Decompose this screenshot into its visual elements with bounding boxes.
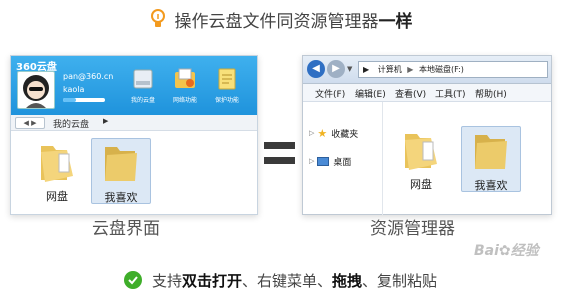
folder-icon bbox=[41, 146, 73, 182]
explorer-window: ◀ ▶ ▼ ▶ 计算机 ▶ 本地磁盘(F:) 文件(F) 编辑(E) 查看(V)… bbox=[302, 55, 552, 215]
avatar[interactable] bbox=[17, 71, 55, 109]
headline-emphasis: 一样 bbox=[378, 11, 413, 32]
back-button[interactable]: ◀ bbox=[307, 60, 325, 78]
folder-label: 我喜欢 bbox=[104, 191, 138, 204]
footer-prefix: 支持 bbox=[151, 271, 182, 290]
footer-mid: 、右键菜单、 bbox=[241, 271, 332, 290]
toolbar-label: 我的云盘 bbox=[130, 97, 155, 104]
toolbar-protect-button[interactable]: 保护功能 bbox=[209, 66, 245, 112]
chevron-right-icon: ▶ bbox=[363, 65, 370, 74]
sidebar-item-favorites[interactable]: ▷ ★ 收藏夹 bbox=[309, 126, 358, 140]
address-segment[interactable]: 本地磁盘(F:) bbox=[419, 65, 464, 74]
address-segment[interactable]: 计算机 bbox=[378, 65, 402, 74]
check-icon bbox=[123, 271, 142, 289]
expand-icon[interactable]: ▷ bbox=[309, 129, 314, 137]
toolbar-my-cloud-button[interactable]: 我的云盘 bbox=[125, 66, 161, 112]
address-input[interactable]: ▶ 计算机 ▶ 本地磁盘(F:) bbox=[358, 61, 548, 78]
checkmark-glyph bbox=[128, 276, 138, 285]
desktop-icon bbox=[317, 156, 330, 166]
cloud-caption: 云盘界面 bbox=[92, 219, 160, 239]
watermark: Bai✿经验 bbox=[474, 243, 539, 259]
menu-edit[interactable]: 编辑(E) bbox=[355, 87, 386, 100]
menu-help[interactable]: 帮助(H) bbox=[475, 87, 507, 100]
sidebar-item-label: 收藏夹 bbox=[331, 129, 359, 140]
equals-bar bbox=[264, 157, 295, 164]
footer-bold-2: 拖拽 bbox=[332, 271, 363, 290]
network-folder-icon bbox=[175, 68, 195, 88]
breadcrumb-item[interactable]: 我的云盘 bbox=[53, 117, 89, 130]
footer-note: 支持 双击打开 、右键菜单、 拖拽 、复制粘贴 bbox=[0, 268, 561, 292]
cloud-header: 360云盘 pan@360.cn kaola 我的云盘 网络功能 保护功能 bbox=[11, 56, 257, 115]
toolbar-network-button[interactable]: 网络功能 bbox=[167, 66, 203, 112]
menu-view[interactable]: 查看(V) bbox=[395, 87, 426, 100]
forward-button[interactable]: ▶ bbox=[327, 60, 345, 78]
toolbar-label: 网络功能 bbox=[172, 97, 197, 104]
headline-text: 操作云盘文件同资源管理器 bbox=[174, 11, 379, 32]
folder-item[interactable]: 网盘 bbox=[391, 126, 451, 192]
toolbar-label: 保护功能 bbox=[214, 97, 239, 104]
cloud-user-email: pan@360.cn bbox=[63, 72, 114, 81]
menu-file[interactable]: 文件(F) bbox=[315, 87, 345, 100]
notepad-icon bbox=[218, 68, 236, 90]
explorer-caption: 资源管理器 bbox=[370, 219, 455, 239]
chevron-right-icon: ▶ bbox=[103, 117, 109, 125]
folder-label: 网盘 bbox=[410, 178, 432, 191]
star-icon: ★ bbox=[317, 126, 328, 140]
footer-bold-1: 双击打开 bbox=[181, 271, 242, 290]
folder-icon bbox=[475, 135, 507, 169]
folder-item-selected[interactable]: 我喜欢 bbox=[91, 138, 151, 204]
folder-label: 网盘 bbox=[46, 190, 68, 203]
menu-tools[interactable]: 工具(T) bbox=[435, 87, 466, 100]
folder-item[interactable]: 网盘 bbox=[27, 138, 87, 204]
footer-suffix: 、复制粘贴 bbox=[362, 271, 438, 290]
folder-label: 我喜欢 bbox=[474, 179, 508, 192]
chevron-down-icon[interactable]: ▼ bbox=[347, 65, 352, 73]
back-forward-buttons[interactable]: ◀ ▶ bbox=[15, 117, 45, 129]
chevron-right-icon: ▶ bbox=[407, 65, 414, 74]
sidebar-item-desktop[interactable]: ▷ 桌面 bbox=[309, 154, 351, 168]
expand-icon[interactable]: ▷ bbox=[309, 157, 314, 165]
breadcrumb: ◀ ▶ 我的云盘 ▶ bbox=[11, 115, 257, 131]
menu-bar: 文件(F) 编辑(E) 查看(V) 工具(T) 帮助(H) bbox=[303, 84, 551, 102]
quota-bar-fill bbox=[63, 98, 76, 102]
folder-icon bbox=[405, 134, 437, 170]
lightbulb-icon bbox=[150, 9, 165, 27]
navigation-pane: ▷ ★ 收藏夹 ▷ 桌面 bbox=[303, 102, 383, 215]
paw-icon: ✿ bbox=[498, 243, 511, 259]
drive-icon bbox=[133, 69, 153, 89]
equals-sign bbox=[264, 142, 295, 164]
folder-icon bbox=[105, 147, 137, 181]
quota-bar bbox=[63, 98, 105, 102]
folder-item-selected[interactable]: 我喜欢 bbox=[461, 126, 521, 192]
avatar-face-icon bbox=[23, 75, 49, 108]
headline: 操作云盘文件同资源管理器 一样 bbox=[0, 6, 561, 32]
cloud-disk-window: 360云盘 pan@360.cn kaola 我的云盘 网络功能 保护功能 ◀ … bbox=[10, 55, 258, 215]
explorer-address-bar-row: ◀ ▶ ▼ ▶ 计算机 ▶ 本地磁盘(F:) bbox=[303, 56, 551, 84]
sidebar-item-label: 桌面 bbox=[333, 157, 352, 168]
equals-bar bbox=[264, 142, 295, 149]
cloud-user-name: kaola bbox=[63, 85, 85, 94]
